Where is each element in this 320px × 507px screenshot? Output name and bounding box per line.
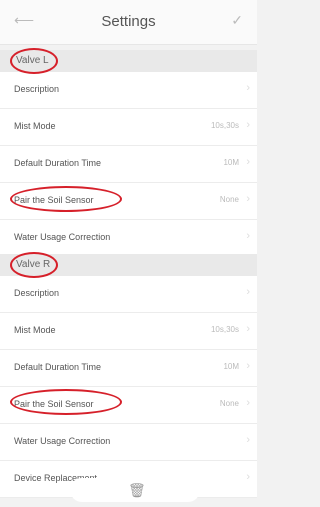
row-label: Water Usage Correction [14,232,111,242]
row-mist-mode-l[interactable]: Mist Mode 10s,30s › [0,109,257,146]
chevron-right-icon: › [246,360,250,372]
row-value: 10M [223,362,239,371]
check-icon[interactable]: ✓ [231,12,243,29]
row-water-usage-l[interactable]: Water Usage Correction › [0,220,257,257]
chevron-right-icon: › [246,230,250,242]
row-description-l[interactable]: Description › [0,72,257,109]
chevron-right-icon: › [246,193,250,205]
row-pair-soil-sensor-r[interactable]: Pair the Soil Sensor None › [0,387,257,424]
row-label: Default Duration Time [14,362,102,372]
chevron-right-icon: › [246,397,250,409]
chevron-right-icon: › [246,119,250,131]
row-value: None [219,399,239,408]
page-title: Settings [101,13,156,30]
row-label: Water Usage Correction [14,436,111,446]
row-water-usage-r[interactable]: Water Usage Correction › [0,424,257,461]
row-label: Default Duration Time [14,158,102,168]
row-value: 10s,30s [210,325,239,334]
chevron-right-icon: › [246,286,250,298]
trash-icon[interactable]: 🗑 [128,482,146,499]
row-label: Pair the Soil Sensor [14,195,94,205]
row-default-duration-r[interactable]: Default Duration Time 10M › [0,350,257,387]
row-description-r[interactable]: Description › [0,276,257,313]
chevron-right-icon: › [246,323,250,335]
chevron-right-icon: › [246,471,250,483]
row-pair-soil-sensor-l[interactable]: Pair the Soil Sensor None › [0,183,257,220]
row-value: None [219,195,239,204]
row-label: Mist Mode [14,121,56,131]
section-label: Valve L [16,55,49,66]
row-value: 10s,30s [210,121,239,130]
top-bar: ⟵ Settings ✓ [0,0,257,45]
bottom-action-bar: 🗑 [70,478,200,502]
section-label: Valve R [16,259,51,270]
chevron-right-icon: › [246,82,250,94]
section-valve-r: Valve R [0,254,257,276]
section-valve-l: Valve L [0,50,257,72]
row-default-duration-l[interactable]: Default Duration Time 10M › [0,146,257,183]
row-label: Mist Mode [14,325,56,335]
chevron-right-icon: › [246,434,250,446]
row-mist-mode-r[interactable]: Mist Mode 10s,30s › [0,313,257,350]
row-value: 10M [223,158,239,167]
row-label: Description [14,288,60,298]
row-label: Pair the Soil Sensor [14,399,94,409]
chevron-right-icon: › [246,156,250,168]
row-label: Description [14,84,60,94]
